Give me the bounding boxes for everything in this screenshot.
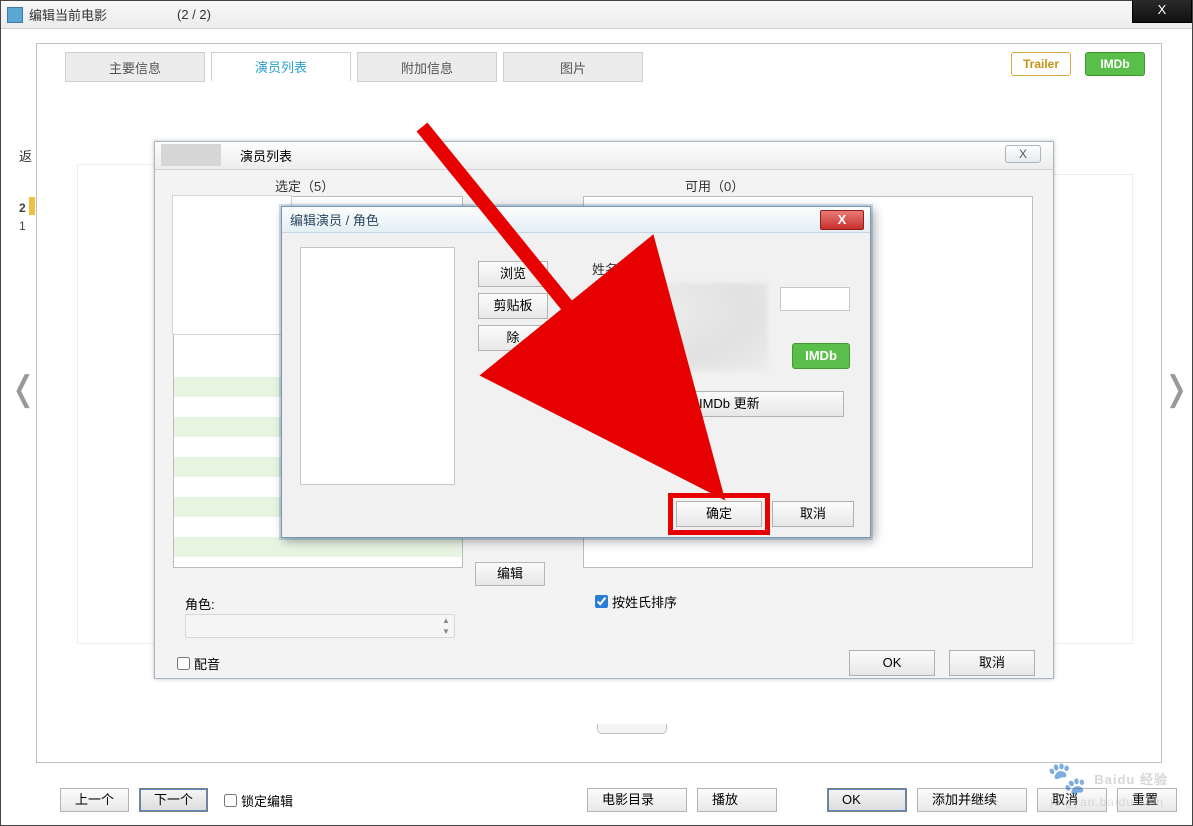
voice-checkbox-input[interactable] <box>177 657 190 670</box>
browse-button[interactable]: 浏览 <box>478 261 548 287</box>
prev-movie-button[interactable]: 上一个 <box>60 788 129 812</box>
sort-checkbox-input[interactable] <box>595 595 608 608</box>
window-title: 编辑当前电影 <box>29 5 107 24</box>
sort-by-surname-checkbox[interactable]: 按姓氏排序 <box>595 592 677 611</box>
tab-main-info[interactable]: 主要信息 <box>65 52 205 82</box>
next-movie-button[interactable]: 下一个 <box>139 788 208 812</box>
trailer-button[interactable]: Trailer <box>1011 52 1071 76</box>
sort-label: 按姓氏排序 <box>612 592 677 611</box>
actor-dialog-cancel-button[interactable]: 取消 <box>949 650 1035 676</box>
lock-edit-input[interactable] <box>224 794 237 807</box>
close-icon: X <box>1158 0 1167 21</box>
confirm-button[interactable]: 确定 <box>676 501 762 527</box>
edit-dialog-title: 编辑演员 / 角色 <box>290 210 379 229</box>
edit-actor-button[interactable]: 编辑 <box>475 562 545 586</box>
tab-actor-list[interactable]: 演员列表 <box>211 52 351 82</box>
actor-dialog-titlebar[interactable]: 演员列表 X <box>155 142 1053 170</box>
bottom-toolbar: 上一个 下一个 锁定编辑 电影目录 播放 OK 添加并继续 取消 重置 <box>16 785 1177 815</box>
role-input[interactable]: ▲▼ <box>185 614 455 638</box>
actor-thumb <box>172 195 292 335</box>
watermark: 🐾 Baidu 经验 <box>1047 759 1168 797</box>
next-arrow[interactable]: ❭ <box>1162 366 1186 416</box>
selected-label: 选定（5） <box>275 176 334 195</box>
row-highlight <box>29 197 35 215</box>
voice-label: 配音 <box>194 654 220 673</box>
cancel-button[interactable]: 取消 <box>772 501 854 527</box>
actor-dialog-close[interactable]: X <box>1005 145 1041 163</box>
outer-window: 编辑当前电影 (2 / 2) X 返 2 1 主要信息 演员列表 附加信息 图片… <box>0 0 1193 826</box>
watermark-brand: Baidu 经验 <box>1094 769 1168 788</box>
edit-actor-dialog: 编辑演员 / 角色 X 浏览 剪贴板 除 姓名: IMDb 从 IMDb 更新 … <box>281 206 871 538</box>
play-button[interactable]: 播放 <box>697 788 777 812</box>
imdb-button[interactable]: IMDb <box>1085 52 1145 76</box>
app-icon <box>7 7 23 23</box>
available-label: 可用（0） <box>685 176 744 195</box>
window-close-button[interactable]: X <box>1132 0 1192 23</box>
role-label: 角色: <box>185 594 215 613</box>
bottom-ok-button[interactable]: OK <box>827 788 907 812</box>
prev-arrow[interactable]: ❬ <box>9 366 33 416</box>
tab-extra-info[interactable]: 附加信息 <box>357 52 497 82</box>
name-value-blurred <box>592 283 768 371</box>
row-number-1: 1 <box>19 219 26 233</box>
actor-dialog-icon <box>161 144 221 166</box>
movie-catalog-button[interactable]: 电影目录 <box>587 788 687 812</box>
remove-button[interactable]: 除 <box>478 325 548 351</box>
lock-edit-checkbox[interactable]: 锁定编辑 <box>224 791 293 810</box>
actor-dialog-ok-button[interactable]: OK <box>849 650 935 676</box>
add-and-continue-button[interactable]: 添加并继续 <box>917 788 1027 812</box>
lock-edit-label: 锁定编辑 <box>241 791 293 810</box>
update-from-imdb-button[interactable]: 从 IMDb 更新 <box>598 391 844 417</box>
tab-bar: 主要信息 演员列表 附加信息 图片 <box>37 44 1161 82</box>
row-number-2: 2 <box>19 201 26 215</box>
edit-dialog-titlebar[interactable]: 编辑演员 / 角色 X <box>282 207 870 233</box>
edit-dialog-body: 浏览 剪贴板 除 姓名: IMDb 从 IMDb 更新 确定 取消 <box>282 233 870 537</box>
right-thumb-column <box>1043 174 1133 644</box>
left-back-fragment: 返 <box>19 146 32 165</box>
clipboard-button[interactable]: 剪贴板 <box>478 293 548 319</box>
photo-action-column: 浏览 剪贴板 除 <box>478 261 548 351</box>
actor-dialog-title: 演员列表 <box>240 146 292 165</box>
voice-checkbox[interactable]: 配音 <box>177 654 220 673</box>
paw-icon: 🐾 <box>1047 759 1088 797</box>
resize-handle[interactable] <box>597 724 667 734</box>
name-input[interactable] <box>780 287 850 311</box>
window-count: (2 / 2) <box>177 7 211 22</box>
watermark-url: jingyan.baidu.com <box>1050 795 1164 809</box>
tab-image[interactable]: 图片 <box>503 52 643 82</box>
role-spinner[interactable]: ▲▼ <box>439 616 453 638</box>
imdb-lookup-button[interactable]: IMDb <box>792 343 850 369</box>
edit-dialog-close-button[interactable]: X <box>820 210 864 230</box>
name-label: 姓名: <box>592 259 622 278</box>
window-titlebar[interactable]: 编辑当前电影 (2 / 2) X <box>1 1 1192 29</box>
actor-photo-box <box>300 247 455 485</box>
